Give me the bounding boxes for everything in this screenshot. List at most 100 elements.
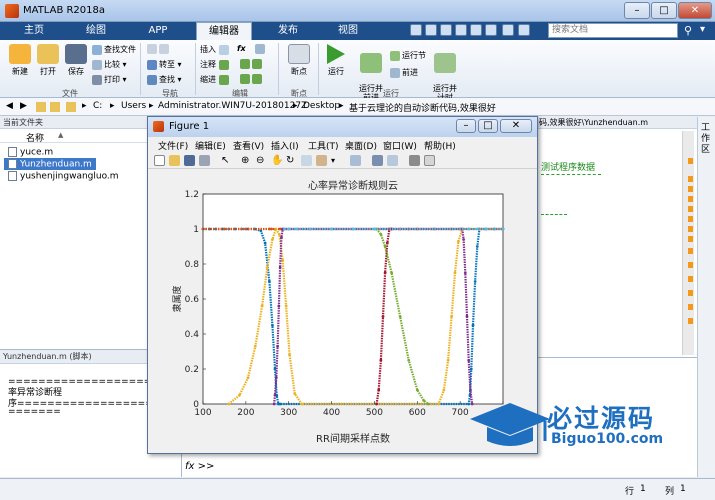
- open-icon[interactable]: [169, 155, 180, 166]
- data-cursor-icon[interactable]: [301, 155, 312, 166]
- cut-icon[interactable]: [425, 24, 437, 36]
- figure-title-bar[interactable]: Figure 1 – □ ✕: [148, 117, 537, 137]
- link-icon[interactable]: [350, 155, 361, 166]
- tab-apps[interactable]: APP: [138, 22, 178, 40]
- forward-arrow-icon[interactable]: ▶: [20, 101, 27, 111]
- editor-panel[interactable]: [537, 117, 697, 357]
- insert-button[interactable]: 插入: [200, 44, 231, 55]
- warning-marker[interactable]: [688, 206, 693, 212]
- comment-extra[interactable]: [240, 59, 264, 69]
- menu-insert[interactable]: 插入(I): [271, 139, 299, 152]
- run-button[interactable]: 运行: [322, 44, 350, 77]
- edit-extra-icons[interactable]: [255, 44, 267, 54]
- warning-marker[interactable]: [688, 186, 693, 192]
- warning-marker[interactable]: [688, 262, 693, 268]
- breadcrumb-folder[interactable]: 基于云理论的自动诊断代码,效果很好: [349, 101, 496, 114]
- warning-marker[interactable]: [688, 176, 693, 182]
- warning-marker[interactable]: [688, 248, 693, 254]
- menu-window[interactable]: 窗口(W): [383, 139, 417, 152]
- file-item[interactable]: Yunzhenduan.m: [8, 159, 92, 170]
- maximize-button[interactable]: □: [651, 2, 677, 19]
- breadcrumb-desktop[interactable]: Desktop: [303, 101, 340, 111]
- brush-dropdown-icon[interactable]: ▾: [331, 155, 342, 166]
- brush-icon[interactable]: [316, 155, 327, 166]
- zoom-in-icon[interactable]: ⊕: [241, 155, 252, 166]
- help-icon[interactable]: [518, 24, 530, 36]
- expand-ribbon-icon[interactable]: ▾: [700, 24, 705, 35]
- new-button[interactable]: 新建: [6, 44, 34, 77]
- file-item[interactable]: yuce.m: [8, 147, 53, 158]
- rotate-icon[interactable]: ↻: [286, 155, 297, 166]
- save-icon[interactable]: [184, 155, 195, 166]
- breadcrumb-users[interactable]: Users: [121, 101, 146, 111]
- warning-marker[interactable]: [688, 304, 693, 310]
- print-button[interactable]: 打印 ▾: [92, 74, 127, 85]
- comment-button[interactable]: 注释: [200, 59, 231, 70]
- figure-close-button[interactable]: ✕: [500, 119, 532, 133]
- menu-edit[interactable]: 编辑(E): [195, 139, 226, 152]
- save-button[interactable]: 保存: [62, 44, 90, 77]
- save-icon[interactable]: [410, 24, 422, 36]
- menu-tools[interactable]: 工具(T): [308, 139, 339, 152]
- tab-home[interactable]: 主页: [14, 22, 54, 40]
- indent-button[interactable]: 缩进: [200, 74, 231, 85]
- file-item[interactable]: yushenjingwangluo.m: [8, 171, 119, 182]
- zoom-out-icon[interactable]: ⊖: [256, 155, 267, 166]
- indent-extra[interactable]: [240, 74, 264, 84]
- find-button[interactable]: 查找 ▾: [147, 74, 182, 85]
- warning-marker[interactable]: [688, 226, 693, 232]
- paste-icon[interactable]: [455, 24, 467, 36]
- menu-desktop[interactable]: 桌面(D): [345, 139, 377, 152]
- legend-icon[interactable]: [387, 155, 398, 166]
- hide-plot-tools-icon[interactable]: [409, 155, 420, 166]
- fx-button[interactable]: fx: [237, 44, 246, 53]
- tab-plots[interactable]: 绘图: [76, 22, 116, 40]
- browse-folder-icon[interactable]: [50, 102, 60, 112]
- back-arrow-icon[interactable]: ◀: [6, 101, 13, 111]
- menu-help[interactable]: 帮助(H): [424, 139, 456, 152]
- new-figure-icon[interactable]: [154, 155, 165, 166]
- warning-marker[interactable]: [688, 276, 693, 282]
- close-button[interactable]: ✕: [678, 2, 712, 19]
- menu-view[interactable]: 查看(V): [233, 139, 264, 152]
- search-icon[interactable]: ⚲: [684, 24, 692, 37]
- search-docs-input[interactable]: 搜索文档: [548, 23, 678, 38]
- switch-windows-icon[interactable]: [502, 24, 514, 36]
- tab-view[interactable]: 视图: [328, 22, 368, 40]
- figure-maximize-button[interactable]: □: [478, 119, 498, 133]
- find-files-button[interactable]: 查找文件: [92, 44, 136, 55]
- run-and-time-button[interactable]: 运行并 计时: [428, 44, 462, 102]
- workspace-strip[interactable]: 工作区: [697, 117, 715, 477]
- redo-icon[interactable]: [485, 24, 497, 36]
- breadcrumb-drive[interactable]: C:: [93, 101, 102, 111]
- goto-button[interactable]: 转至 ▾: [147, 59, 182, 70]
- warning-marker[interactable]: [688, 318, 693, 324]
- warning-marker[interactable]: [688, 158, 693, 164]
- figure-minimize-button[interactable]: –: [456, 119, 476, 133]
- copy-icon[interactable]: [440, 24, 452, 36]
- warning-marker[interactable]: [688, 196, 693, 202]
- warning-marker[interactable]: [688, 216, 693, 222]
- minimize-button[interactable]: –: [624, 2, 650, 19]
- compare-button[interactable]: 比较 ▾: [92, 59, 127, 70]
- pointer-icon[interactable]: ↖: [221, 155, 232, 166]
- menu-file[interactable]: 文件(F): [158, 139, 188, 152]
- advance-button[interactable]: 前进: [390, 67, 418, 78]
- workspace-label[interactable]: 工作区: [701, 123, 713, 156]
- warning-marker[interactable]: [688, 290, 693, 296]
- undo-icon[interactable]: [470, 24, 482, 36]
- breakpoints-button[interactable]: 断点: [284, 44, 314, 77]
- tab-editor[interactable]: 编辑器: [196, 22, 252, 40]
- run-section-button[interactable]: 运行节: [390, 50, 426, 61]
- folder-up-icon[interactable]: [36, 102, 46, 112]
- pan-icon[interactable]: ✋: [271, 155, 283, 166]
- editor-tab[interactable]: 码,效果很好\Yunzhenduan.m: [537, 117, 697, 129]
- colorbar-icon[interactable]: [372, 155, 383, 166]
- open-button[interactable]: 打开: [34, 44, 62, 77]
- warning-marker[interactable]: [688, 236, 693, 242]
- command-prompt[interactable]: fx >>: [185, 461, 214, 472]
- back-forward-buttons[interactable]: [147, 44, 171, 54]
- parent-folder-icon[interactable]: [66, 102, 76, 112]
- breadcrumb-user[interactable]: Administrator.WIN7U-20180127Z: [158, 101, 307, 111]
- tab-publish[interactable]: 发布: [268, 22, 308, 40]
